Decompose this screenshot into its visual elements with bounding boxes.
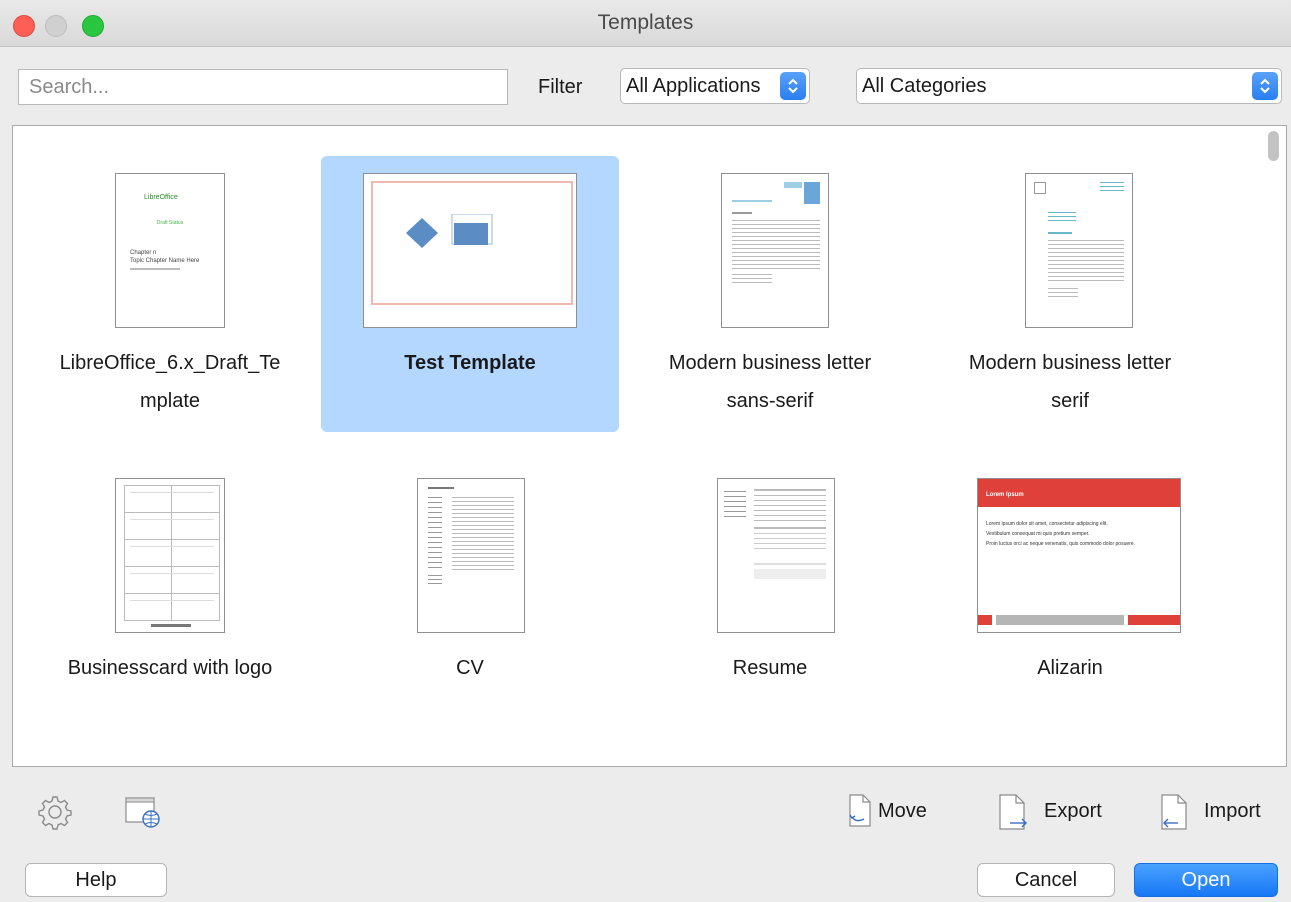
chapter-text: Chapter n xyxy=(130,250,157,256)
template-thumbnail xyxy=(721,173,829,328)
window-title: Templates xyxy=(597,11,694,34)
alizarin-line: Proin luctus orci ac neque venenatis, qu… xyxy=(986,541,1135,547)
template-view[interactable]: LibreOffice Draft Status Chapter n Topic… xyxy=(12,125,1287,767)
template-name-line2: sans-serif xyxy=(726,390,814,412)
template-thumbnail xyxy=(717,478,835,633)
alizarin-line: Vestibulum consequat mi quis pretium sem… xyxy=(986,531,1090,537)
template-item-selected[interactable]: Test Template xyxy=(321,156,619,432)
template-name: Modern business letter xyxy=(668,352,872,374)
alizarin-title-text: Lorem Ipsum xyxy=(986,492,1024,498)
cancel-button[interactable]: Cancel xyxy=(977,863,1115,897)
template-name: LibreOffice_6.x_Draft_Te xyxy=(59,352,281,374)
template-item[interactable]: CV xyxy=(321,456,619,696)
alizarin-line: Lorem ipsum dolor sit amet, consectetur … xyxy=(986,521,1108,527)
template-item[interactable]: LibreOffice Draft Status Chapter n Topic… xyxy=(21,156,319,432)
template-thumbnail: Lorem Ipsum Lorem ipsum dolor sit amet, … xyxy=(977,478,1181,633)
category-filter-value: All Categories xyxy=(862,75,987,97)
import-label: Import xyxy=(1204,800,1261,822)
template-name: Test Template xyxy=(404,352,536,374)
template-thumbnail xyxy=(417,478,525,633)
export-label: Export xyxy=(1044,800,1102,822)
template-item[interactable]: Modern business letter sans-serif xyxy=(621,156,919,432)
template-item[interactable]: Resume xyxy=(621,456,919,696)
import-document-icon xyxy=(1156,793,1192,845)
category-filter-select[interactable]: All Categories xyxy=(856,68,1282,104)
filter-label: Filter xyxy=(538,76,583,98)
export-button[interactable]: Export xyxy=(996,793,1116,833)
export-document-icon xyxy=(996,793,1032,845)
template-name: Alizarin xyxy=(1037,657,1103,679)
chapter-name-text: Topic Chapter Name Here xyxy=(130,258,200,264)
updown-chevron-icon xyxy=(1252,72,1278,100)
template-item[interactable]: Businesscard with logo xyxy=(21,456,319,696)
application-filter-value: All Applications xyxy=(626,75,761,97)
help-button[interactable]: Help xyxy=(25,863,167,897)
online-repository-globe-icon[interactable] xyxy=(124,794,164,835)
move-button[interactable]: Move xyxy=(846,793,946,833)
move-document-icon xyxy=(846,793,874,841)
template-name: Businesscard with logo xyxy=(67,657,273,679)
template-name-line2: serif xyxy=(1051,390,1089,412)
libreoffice-logo-text: LibreOffice xyxy=(144,194,178,201)
template-name: Modern business letter xyxy=(968,352,1172,374)
open-button[interactable]: Open xyxy=(1134,863,1278,897)
template-item[interactable]: Modern business letter serif xyxy=(921,156,1219,432)
draft-status-text: Draft Status xyxy=(156,220,184,226)
template-thumbnail: LibreOffice Draft Status Chapter n Topic… xyxy=(115,173,225,328)
template-thumbnail xyxy=(1025,173,1133,328)
import-button[interactable]: Import xyxy=(1156,793,1276,833)
template-name: CV xyxy=(456,657,484,679)
move-label: Move xyxy=(878,800,927,822)
template-thumbnail xyxy=(363,173,577,328)
search-input[interactable] xyxy=(18,69,508,105)
template-name: Resume xyxy=(732,657,808,679)
template-item[interactable]: Lorem Ipsum Lorem ipsum dolor sit amet, … xyxy=(921,456,1219,696)
template-thumbnail xyxy=(115,478,225,633)
updown-chevron-icon xyxy=(780,72,806,100)
template-name-line2: mplate xyxy=(139,390,201,412)
scrollbar-thumb[interactable] xyxy=(1268,131,1279,161)
settings-gear-icon[interactable] xyxy=(37,794,73,835)
application-filter-select[interactable]: All Applications xyxy=(620,68,810,104)
title-bar: Templates xyxy=(0,0,1291,47)
